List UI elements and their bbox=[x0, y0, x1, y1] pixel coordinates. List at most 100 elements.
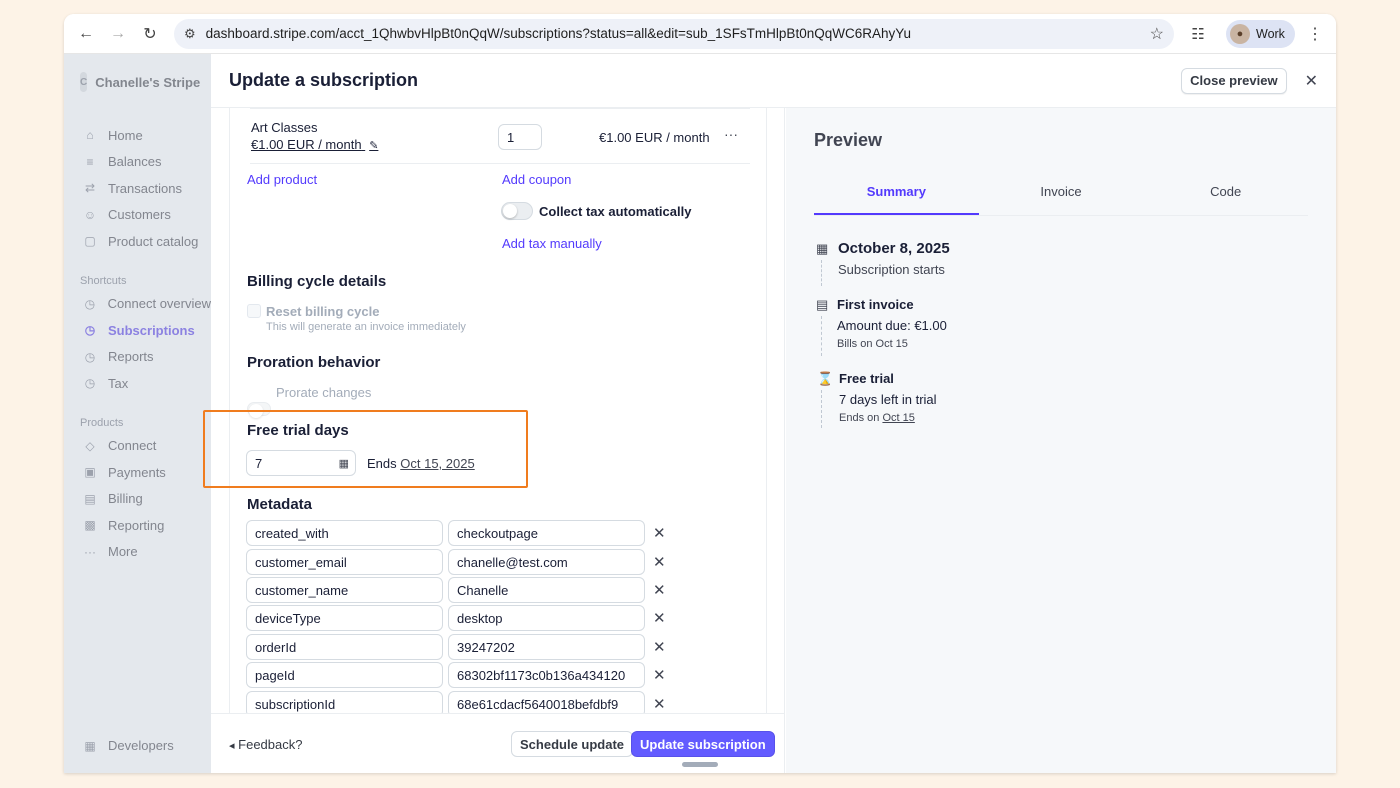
line-total: €1.00 EUR / month bbox=[599, 130, 710, 145]
payments-icon: ▣ bbox=[84, 465, 96, 480]
sidebar-item-reporting[interactable]: ▩ Reporting bbox=[64, 512, 211, 539]
sidebar-item-reports[interactable]: ◷ Reports bbox=[64, 344, 211, 371]
metadata-value-input[interactable]: checkoutpage bbox=[448, 520, 645, 546]
address-bar[interactable]: ⚙ dashboard.stripe.com/acct_1QhwbvHlpBt0… bbox=[174, 18, 1174, 49]
account-name: Chanelle's Stripe bbox=[95, 74, 201, 90]
first-invoice-title: First invoice bbox=[837, 297, 914, 312]
bookmark-star-icon[interactable]: ☆ bbox=[1150, 24, 1164, 44]
remove-metadata-icon[interactable]: ✕ bbox=[653, 666, 666, 684]
browser-menu-icon[interactable]: ⋮ bbox=[1307, 24, 1323, 44]
update-subscription-button[interactable]: Update subscription bbox=[631, 731, 775, 757]
clock-icon: ◷ bbox=[84, 376, 96, 391]
billing-cycle-title: Billing cycle details bbox=[247, 273, 387, 290]
add-coupon-link[interactable]: Add coupon bbox=[502, 172, 571, 187]
resize-handle[interactable] bbox=[682, 762, 718, 767]
schedule-update-button[interactable]: Schedule update bbox=[511, 731, 634, 757]
reset-billing-label: Reset billing cycle bbox=[266, 304, 380, 319]
timeline-connector bbox=[821, 390, 822, 428]
metadata-key-input[interactable]: customer_email bbox=[246, 549, 443, 575]
metadata-value-input[interactable]: 68302bf1173c0b136a434120 bbox=[448, 662, 645, 688]
metadata-key-input[interactable]: orderId bbox=[246, 634, 443, 660]
collect-tax-toggle[interactable] bbox=[501, 202, 533, 220]
browser-window: ← → ↻ ⚙ dashboard.stripe.com/acct_1Qhwbv… bbox=[64, 14, 1336, 773]
sidebar-item-developers[interactable]: ▦ Developers bbox=[64, 733, 173, 760]
trial-days-left: 7 days left in trial bbox=[839, 392, 937, 407]
bills-on: Bills on Oct 15 bbox=[837, 338, 908, 350]
drawer-header: Update a subscription Close preview ✕ bbox=[211, 54, 1336, 108]
metadata-key-input[interactable]: subscriptionId bbox=[246, 691, 443, 713]
sidebar-item-more[interactable]: ··· More bbox=[64, 539, 211, 566]
collect-tax-label: Collect tax automatically bbox=[539, 204, 692, 219]
add-tax-manually-link[interactable]: Add tax manually bbox=[502, 236, 602, 251]
sidebar-item-customers[interactable]: ☺ Customers bbox=[64, 202, 211, 229]
tab-code[interactable]: Code bbox=[1143, 182, 1308, 215]
tab-invoice[interactable]: Invoice bbox=[979, 182, 1144, 215]
remove-metadata-icon[interactable]: ✕ bbox=[653, 581, 666, 599]
annotation-highlight-box bbox=[203, 410, 528, 488]
add-product-link[interactable]: Add product bbox=[247, 172, 317, 187]
more-actions-icon[interactable]: ··· bbox=[724, 126, 738, 142]
box-icon: ▢ bbox=[84, 234, 96, 249]
metadata-value-input[interactable]: 68e61cdacf5640018befdbf9 bbox=[448, 691, 645, 713]
reset-billing-hint: This will generate an invoice immediatel… bbox=[266, 321, 466, 333]
feedback-link[interactable]: ◂ Feedback? bbox=[229, 737, 302, 752]
customers-icon: ☺ bbox=[83, 207, 97, 222]
subscription-start-caption: Subscription starts bbox=[838, 262, 945, 277]
remove-metadata-icon[interactable]: ✕ bbox=[653, 695, 666, 713]
metadata-key-input[interactable]: created_with bbox=[246, 520, 443, 546]
sidebar-item-connect[interactable]: ◇ Connect bbox=[64, 433, 211, 460]
sidebar-item-billing[interactable]: ▤ Billing bbox=[64, 486, 211, 513]
more-icon: ··· bbox=[84, 544, 96, 559]
site-settings-icon[interactable]: ⚙ bbox=[184, 26, 196, 42]
preview-pane: Preview Summary Invoice Code ▦ October 8… bbox=[786, 108, 1336, 773]
sidebar-item-home[interactable]: ⌂ Home bbox=[64, 122, 211, 149]
billing-icon: ▤ bbox=[84, 491, 96, 506]
quantity-input[interactable]: 1 bbox=[498, 124, 542, 150]
drawer-footer: ◂ Feedback? Schedule update Update subsc… bbox=[211, 713, 785, 773]
clock-icon: ◷ bbox=[84, 349, 96, 364]
hourglass-icon: ⌛ bbox=[817, 371, 834, 386]
megaphone-icon: ◂ bbox=[229, 740, 235, 752]
reload-icon[interactable]: ↻ bbox=[136, 20, 164, 48]
remove-metadata-icon[interactable]: ✕ bbox=[653, 638, 666, 656]
sidebar-item-subscriptions[interactable]: ◷ Subscriptions bbox=[64, 317, 211, 344]
close-preview-button[interactable]: Close preview bbox=[1181, 67, 1287, 94]
reset-billing-checkbox[interactable] bbox=[247, 304, 261, 318]
product-price-link[interactable]: €1.00 EUR / month ✎ bbox=[251, 137, 378, 152]
connect-icon: ◇ bbox=[85, 438, 95, 453]
remove-metadata-icon[interactable]: ✕ bbox=[653, 609, 666, 627]
free-trial-heading: Free trial bbox=[839, 371, 894, 386]
sidebar-item-balances[interactable]: ≡ Balances bbox=[64, 149, 211, 176]
account-switcher[interactable]: C Chanelle's Stripe bbox=[64, 54, 211, 92]
metadata-key-input[interactable]: customer_name bbox=[246, 577, 443, 603]
remove-metadata-icon[interactable]: ✕ bbox=[653, 524, 666, 542]
sidebar-footer: ▦ Developers bbox=[64, 733, 173, 760]
shortcuts-heading: Shortcuts bbox=[80, 274, 127, 287]
edit-pencil-icon[interactable]: ✎ bbox=[369, 140, 378, 152]
transactions-icon: ⇄ bbox=[84, 181, 96, 196]
trial-ends-on-date-link[interactable]: Oct 15 bbox=[882, 412, 914, 424]
forward-icon[interactable]: → bbox=[104, 20, 132, 48]
metadata-value-input[interactable]: chanelle@test.com bbox=[448, 549, 645, 575]
extensions-icon[interactable]: ☷ bbox=[1184, 20, 1212, 48]
clock-icon: ◷ bbox=[84, 296, 96, 311]
metadata-value-input[interactable]: desktop bbox=[448, 605, 645, 631]
sidebar-item-connect-overview[interactable]: ◷ Connect overview bbox=[64, 291, 211, 318]
sidebar: C Chanelle's Stripe ⌂ Home ≡ Balances ⇄ Tra… bbox=[64, 54, 211, 773]
tab-summary[interactable]: Summary bbox=[814, 182, 979, 215]
sidebar-item-payments[interactable]: ▣ Payments bbox=[64, 459, 211, 486]
metadata-key-input[interactable]: deviceType bbox=[246, 605, 443, 631]
sidebar-item-transactions[interactable]: ⇄ Transactions bbox=[64, 175, 211, 202]
back-icon[interactable]: ← bbox=[72, 20, 100, 48]
metadata-value-input[interactable]: Chanelle bbox=[448, 577, 645, 603]
sidebar-item-tax[interactable]: ◷ Tax bbox=[64, 370, 211, 397]
drawer-title: Update a subscription bbox=[229, 70, 419, 90]
profile-button[interactable]: ● Work bbox=[1226, 19, 1295, 48]
metadata-key-input[interactable]: pageId bbox=[246, 662, 443, 688]
proration-title: Proration behavior bbox=[247, 354, 381, 371]
profile-label: Work bbox=[1256, 26, 1285, 41]
close-icon[interactable]: ✕ bbox=[1305, 71, 1318, 91]
sidebar-item-product-catalog[interactable]: ▢ Product catalog bbox=[64, 228, 211, 255]
metadata-value-input[interactable]: 39247202 bbox=[448, 634, 645, 660]
remove-metadata-icon[interactable]: ✕ bbox=[653, 553, 666, 571]
